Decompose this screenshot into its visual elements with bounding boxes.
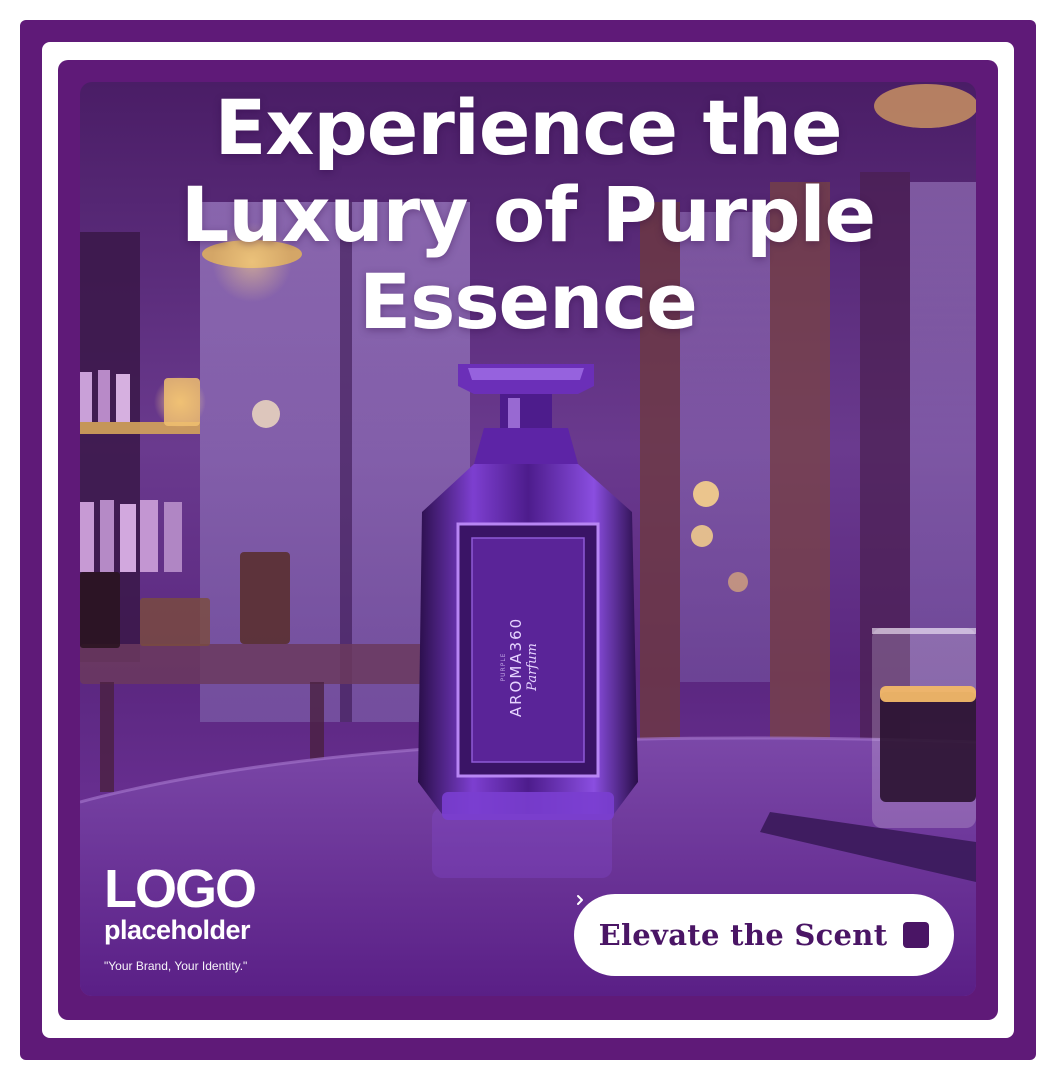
back-table	[80, 644, 440, 684]
cta-label: Elevate the Scent	[598, 918, 888, 952]
bottle-sub: Parfum	[525, 643, 540, 691]
logo-sub-text: placeholder	[104, 915, 251, 945]
elevate-scent-button[interactable]: Elevate the Scent	[574, 894, 954, 976]
chevron-right-icon	[577, 895, 930, 948]
headline-line-3: Essence	[359, 257, 698, 346]
headline: Experience the Luxury of Purple Essence	[80, 84, 976, 345]
bottle-tiny-text: PURPLE	[500, 652, 507, 682]
bottle-brand: AROMA360	[507, 616, 525, 718]
headline-line-2: Luxury of Purple	[180, 170, 876, 259]
headline-line-1: Experience the	[214, 83, 842, 172]
logo-main-text: LOGO	[104, 859, 257, 919]
brand-logo: LOGO placeholder "Your Brand, Your Ident…	[104, 859, 257, 974]
hero-scene: PURPLE AROMA360 Parfum Experience the Lu…	[80, 82, 976, 996]
logo-tagline: "Your Brand, Your Identity."	[104, 959, 248, 973]
